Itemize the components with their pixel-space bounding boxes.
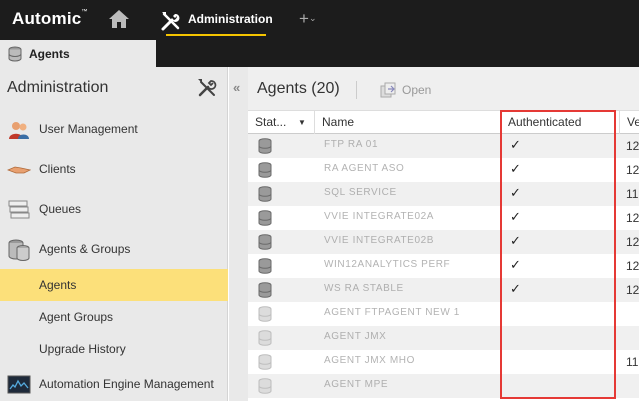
sort-arrow-icon[interactable]: ▼ — [298, 111, 306, 134]
column-header-status[interactable]: Stat... ▼ — [248, 111, 315, 134]
sidebar-item-agents[interactable]: Agents — [0, 269, 228, 301]
table-row[interactable]: WS RA STABLE ✓ 12 — [248, 278, 639, 302]
agent-name: AGENT JMX MHO — [324, 355, 415, 366]
agent-status-icon — [258, 258, 272, 274]
table-row[interactable]: SQL SERVICE ✓ 11. — [248, 182, 639, 206]
agent-name: FTP RA 01 — [324, 139, 379, 150]
users-icon — [9, 122, 29, 139]
agent-status-icon — [258, 234, 272, 250]
chevron-down-icon: ⌄ — [308, 13, 317, 23]
table-row[interactable]: AGENT FTPAGENT NEW 1 — [248, 302, 639, 326]
tab-bar: Agents — [0, 40, 639, 67]
sidebar-title: Administration — [7, 79, 109, 96]
queue-icon — [8, 200, 30, 219]
table-row[interactable]: AGENT JMX MHO 11. — [248, 350, 639, 374]
top-navigation-bar: Automic™ Administration +⌄ — [0, 0, 639, 40]
collapse-sidebar-button[interactable]: « — [229, 67, 248, 401]
agent-status-icon — [258, 186, 272, 202]
sidebar-item-user-management[interactable]: User Management — [0, 114, 228, 146]
tab-agents-label: Agents — [29, 47, 70, 61]
agent-version: 12 — [626, 163, 639, 177]
sidebar: Administration User Management Clients Q… — [0, 67, 228, 401]
tab-agents[interactable]: Agents — [0, 40, 156, 67]
agent-name: WIN12ANALYTICS PERF — [324, 259, 451, 270]
agent-name: VVIE INTEGRATE02B — [324, 235, 435, 246]
agent-status-icon — [258, 138, 272, 154]
agent-version: 12 — [626, 139, 639, 153]
sidebar-item-agent-groups[interactable]: Agent Groups — [0, 301, 228, 333]
automic-logo[interactable]: Automic™ — [12, 9, 88, 29]
authenticated-checkmark: ✓ — [510, 209, 521, 224]
agent-version: 11. — [626, 187, 639, 201]
table-row[interactable]: VVIE INTEGRATE02B ✓ 12 — [248, 230, 639, 254]
agent-status-icon — [258, 162, 272, 178]
agent-version: 12 — [626, 283, 639, 297]
table-row[interactable]: WIN12ANALYTICS PERF ✓ 12 — [248, 254, 639, 278]
main-panel: Agents (20) Open Stat... ▼ Name Authenti… — [248, 67, 639, 401]
agent-status-icon — [258, 210, 272, 226]
agent-status-icon — [258, 378, 272, 394]
open-icon — [380, 82, 396, 98]
agent-status-icon — [258, 282, 272, 298]
table-row[interactable]: AGENT MPE — [248, 374, 639, 398]
monitor-icon — [7, 375, 31, 394]
agent-version: 12 — [626, 235, 639, 249]
agent-status-icon — [258, 330, 272, 346]
agent-status-icon — [258, 354, 272, 370]
authenticated-checkmark: ✓ — [510, 281, 521, 296]
sidebar-item-upgrade-history[interactable]: Upgrade History — [0, 333, 228, 365]
home-icon[interactable] — [107, 8, 131, 30]
database-icon — [8, 239, 30, 261]
administration-label: Administration — [188, 12, 273, 26]
column-header-name[interactable]: Name — [315, 111, 501, 134]
double-chevron-left-icon: « — [233, 80, 241, 95]
sidebar-item-queues[interactable]: Queues — [0, 194, 228, 226]
agent-version: 11. — [626, 355, 639, 369]
authenticated-checkmark: ✓ — [510, 161, 521, 176]
active-tab-indicator — [166, 34, 266, 36]
table-row[interactable]: AGENT JMX — [248, 326, 639, 350]
agent-name: VVIE INTEGRATE02A — [324, 211, 435, 222]
sidebar-item-clients[interactable]: Clients — [0, 154, 228, 186]
column-header-version[interactable]: Ve — [620, 111, 639, 134]
divider — [356, 81, 357, 99]
authenticated-checkmark: ✓ — [510, 185, 521, 200]
authenticated-checkmark: ✓ — [510, 257, 521, 272]
authenticated-checkmark: ✓ — [510, 233, 521, 248]
agent-status-icon — [258, 306, 272, 322]
table-row[interactable]: RA AGENT ASO ✓ 12 — [248, 158, 639, 182]
column-header-authenticated[interactable]: Authenticated — [501, 111, 620, 134]
main-header: Agents (20) Open — [248, 67, 639, 110]
agent-name: RA AGENT ASO — [324, 163, 405, 174]
tools-icon[interactable] — [196, 77, 218, 99]
table-row[interactable]: VVIE INTEGRATE02A ✓ 12 — [248, 206, 639, 230]
agent-name: AGENT MPE — [324, 379, 389, 390]
database-icon — [8, 46, 22, 62]
agent-version: 12 — [626, 259, 639, 273]
agent-name: AGENT FTPAGENT NEW 1 — [324, 307, 460, 318]
agent-name: AGENT JMX — [324, 331, 387, 342]
table-row[interactable]: FTP RA 01 ✓ 12 — [248, 134, 639, 158]
agent-name: WS RA STABLE — [324, 283, 404, 294]
agent-version: 12 — [626, 211, 639, 225]
page-title: Agents (20) — [257, 80, 340, 97]
tools-icon — [161, 12, 180, 31]
handshake-icon — [7, 166, 31, 174]
agents-table-body: FTP RA 01 ✓ 12 RA AGENT ASO ✓ 12 SQL SERVICE ✓ 1… — [248, 134, 639, 401]
sidebar-item-automation-engine-management[interactable]: Automation Engine Management — [0, 369, 228, 401]
table-header: Stat... ▼ Name Authenticated Ve — [248, 110, 639, 134]
sidebar-item-agents-groups[interactable]: Agents & Groups — [0, 234, 228, 266]
add-perspective-button[interactable]: +⌄ — [299, 9, 316, 29]
agent-name: SQL SERVICE — [324, 187, 397, 198]
authenticated-checkmark: ✓ — [510, 137, 521, 152]
